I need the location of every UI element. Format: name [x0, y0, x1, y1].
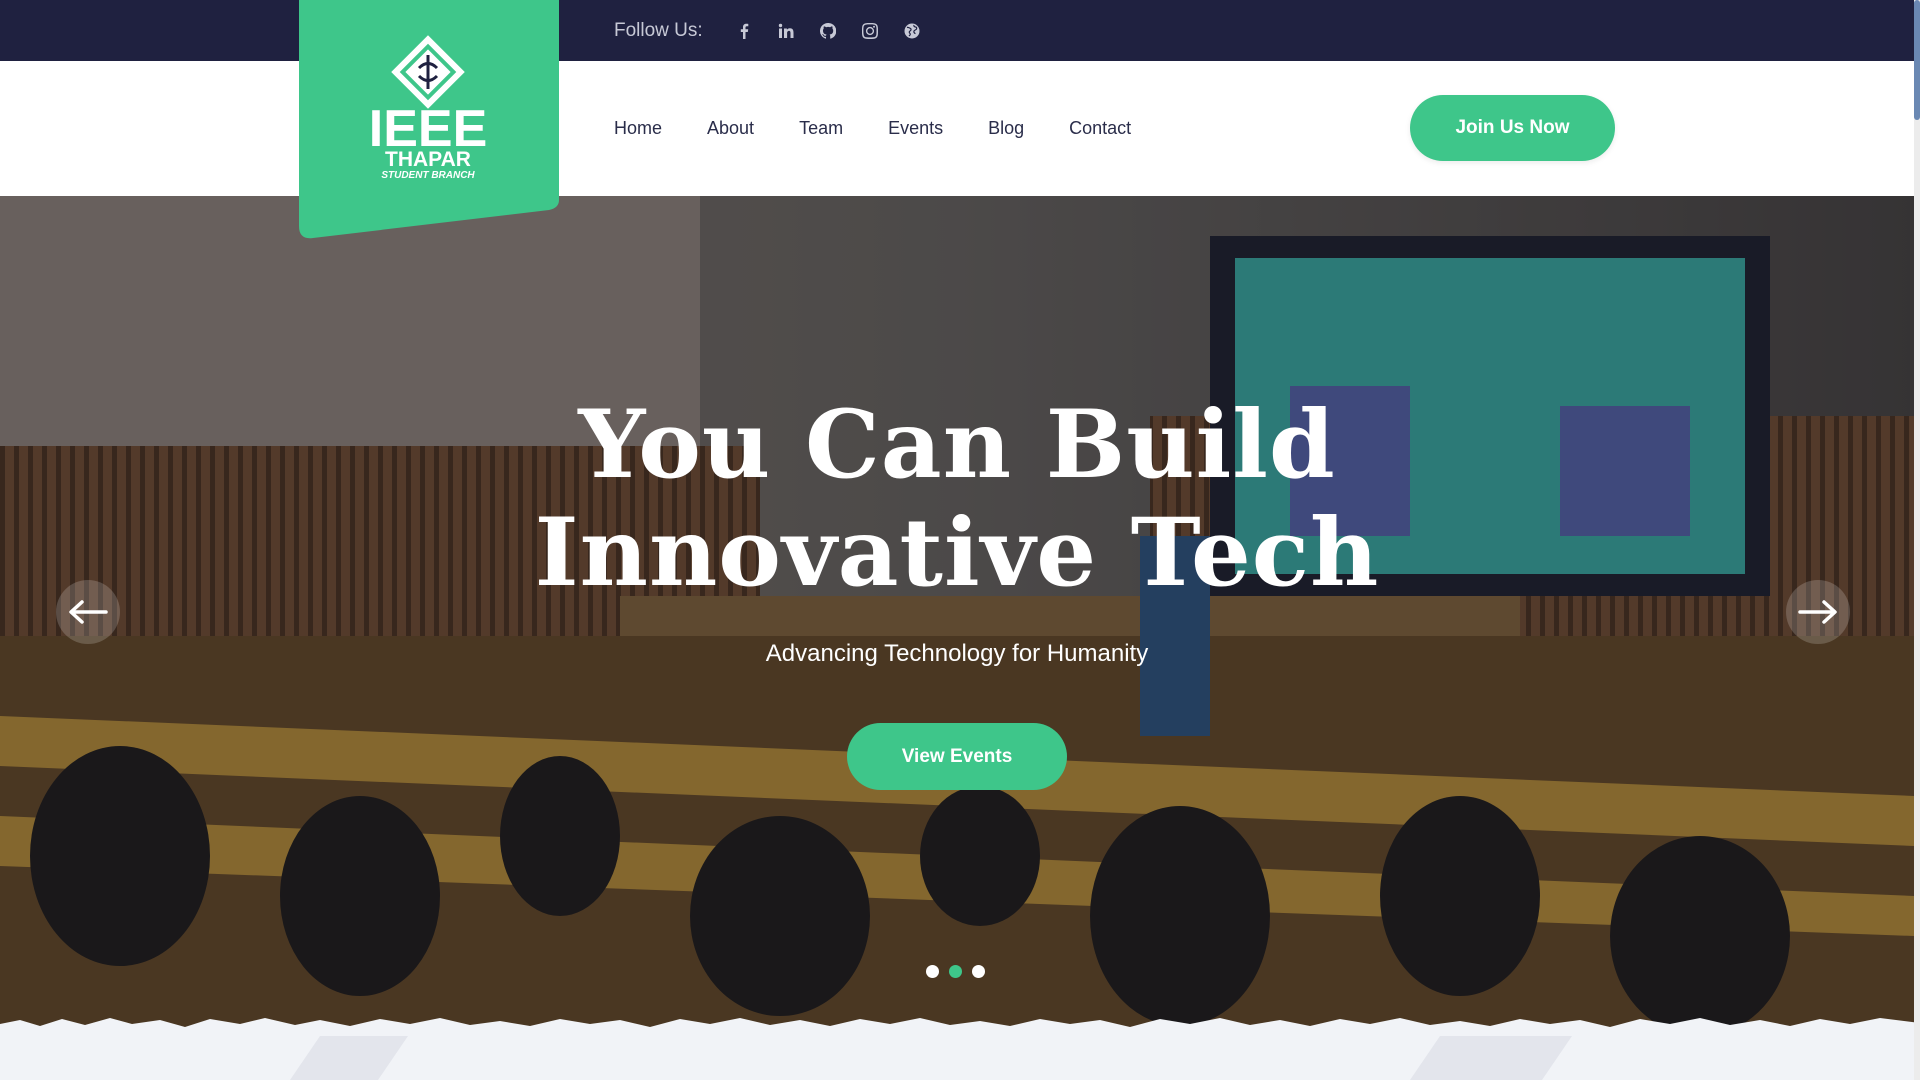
follow-us-bar: Follow Us:: [614, 0, 939, 61]
scrollbar-thumb[interactable]: [1914, 0, 1920, 120]
hero-overlay: [0, 196, 1914, 1030]
top-bar: [0, 0, 1920, 61]
github-icon[interactable]: [813, 16, 843, 46]
facebook-icon[interactable]: [729, 16, 759, 46]
slider-next-button[interactable]: [1786, 580, 1850, 644]
site-logo[interactable]: IEEE THAPAR STUDENT BRANCH: [299, 0, 559, 240]
slider-dot-3[interactable]: [972, 965, 985, 978]
join-us-button[interactable]: Join Us Now: [1410, 95, 1615, 161]
main-nav: Home About Team Events Blog Contact: [614, 61, 1176, 196]
arrow-left-icon: [69, 600, 108, 624]
logo-text-branch: STUDENT BRANCH: [381, 170, 475, 181]
slider-prev-button[interactable]: [56, 580, 120, 644]
follow-us-label: Follow Us:: [614, 19, 703, 41]
hero-slider: You Can Build Innovative Tech Advancing …: [0, 196, 1914, 1030]
slider-dot-1[interactable]: [926, 965, 939, 978]
globe-icon[interactable]: [897, 16, 927, 46]
nav-events[interactable]: Events: [888, 118, 943, 139]
linkedin-icon[interactable]: [771, 16, 801, 46]
hero-subtitle: Advancing Technology for Humanity: [765, 640, 1149, 667]
instagram-icon[interactable]: [855, 16, 885, 46]
nav-team[interactable]: Team: [799, 118, 843, 139]
scrollbar-track[interactable]: [1914, 0, 1920, 1080]
nav-home[interactable]: Home: [614, 118, 662, 139]
hero-title-line1: You Can Build: [578, 390, 1336, 500]
logo-text-thapar: THAPAR: [385, 148, 471, 171]
slider-dots: [926, 965, 985, 978]
view-events-button[interactable]: View Events: [847, 723, 1067, 790]
arrow-right-icon: [1798, 600, 1837, 624]
nav-blog[interactable]: Blog: [988, 118, 1024, 139]
nav-about[interactable]: About: [707, 118, 754, 139]
page: Follow Us: Home About Team Events Blog C…: [0, 0, 1920, 1080]
slider-dot-2[interactable]: [949, 965, 962, 978]
hero-title: You Can Build Innovative Tech: [0, 391, 1914, 607]
hero-title-line2: Innovative Tech: [534, 498, 1380, 608]
nav-contact[interactable]: Contact: [1069, 118, 1131, 139]
torn-paper-divider: [0, 1010, 1920, 1080]
